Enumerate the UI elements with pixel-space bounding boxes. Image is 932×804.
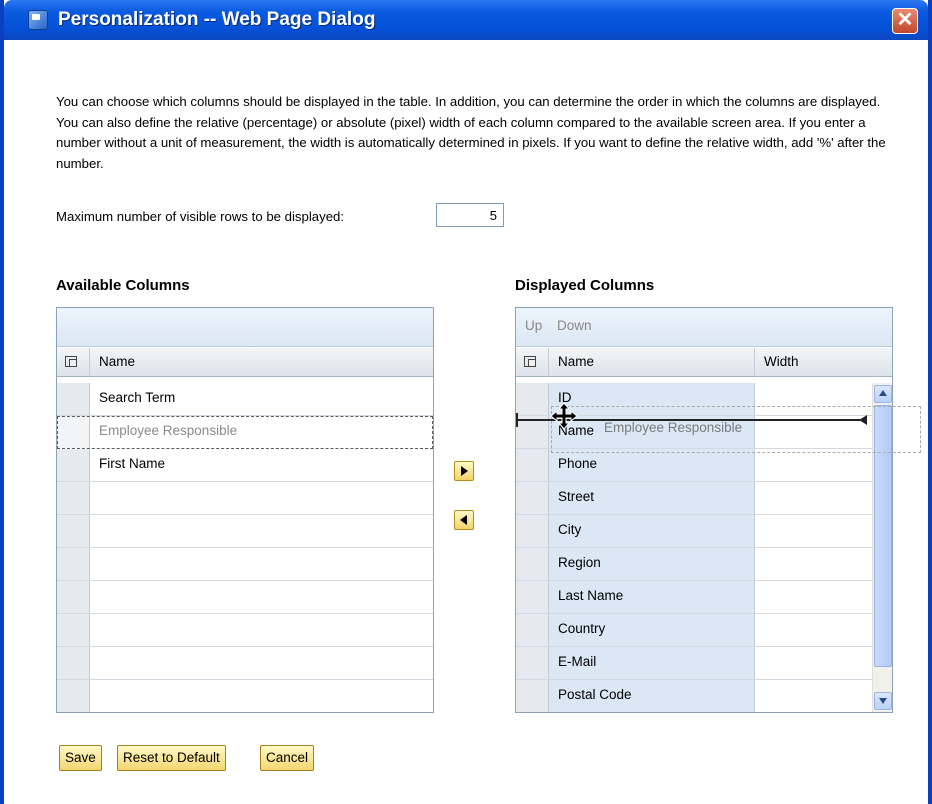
empty-row	[57, 548, 433, 581]
column-name: City	[549, 515, 755, 547]
empty-row	[57, 647, 433, 680]
max-rows-label: Maximum number of visible rows to be dis…	[56, 209, 345, 224]
width-input[interactable]	[755, 581, 872, 613]
displayed-columns-title: Displayed Columns	[515, 277, 655, 294]
width-input[interactable]	[755, 614, 872, 646]
available-name-header[interactable]: Name	[90, 348, 433, 376]
row-selector	[57, 482, 90, 514]
drag-source-outline	[57, 416, 433, 449]
column-name: Last Name	[549, 581, 755, 613]
column-name: Region	[549, 548, 755, 580]
row-selector[interactable]	[516, 449, 549, 481]
window-title: Personalization -- Web Page Dialog	[58, 9, 376, 30]
row-selector[interactable]	[516, 548, 549, 580]
scroll-up-button[interactable]	[874, 385, 892, 403]
max-rows-input[interactable]	[436, 203, 504, 227]
table-row[interactable]: Phone	[516, 449, 872, 482]
available-columns-title: Available Columns	[56, 277, 190, 294]
empty-row	[57, 482, 433, 515]
title-bar[interactable]: Personalization -- Web Page Dialog ✕	[4, 0, 928, 40]
displayed-header: Name Width	[516, 348, 892, 377]
table-row[interactable]: Region	[516, 548, 872, 581]
row-selector	[57, 515, 90, 547]
select-all-cell[interactable]	[57, 348, 90, 376]
table-row[interactable]: Street	[516, 482, 872, 515]
row-selector[interactable]	[516, 647, 549, 679]
column-name: Postal Code	[549, 680, 755, 712]
save-button[interactable]: Save	[59, 745, 102, 771]
move-left-button[interactable]	[454, 510, 474, 530]
chevron-up-icon	[879, 390, 887, 396]
chevron-down-icon	[879, 698, 887, 704]
width-input[interactable]	[755, 647, 872, 679]
row-selector	[57, 647, 90, 679]
empty-row	[57, 614, 433, 647]
width-input[interactable]	[755, 482, 872, 514]
ie-page-icon	[28, 10, 48, 30]
row-selector	[57, 548, 90, 580]
move-right-button[interactable]	[454, 461, 474, 481]
table-row[interactable]: City	[516, 515, 872, 548]
available-header: Name	[57, 348, 433, 377]
displayed-columns-table: Up Down Name Width ID Name Phone Street City…	[515, 307, 893, 713]
column-name: First Name	[99, 456, 166, 471]
displayed-toolbar: Up Down	[516, 308, 892, 347]
column-name: Search Term	[99, 390, 176, 405]
list-item[interactable]: First Name	[57, 449, 433, 482]
empty-row	[57, 581, 433, 614]
close-button[interactable]: ✕	[892, 8, 918, 34]
select-all-icon	[524, 356, 536, 367]
row-selector	[57, 614, 90, 646]
width-input[interactable]	[755, 515, 872, 547]
arrow-left-icon	[460, 515, 467, 525]
column-name: Country	[549, 614, 755, 646]
displayed-name-header[interactable]: Name	[549, 348, 755, 376]
reset-to-default-button[interactable]: Reset to Default	[117, 745, 226, 771]
select-all-cell[interactable]	[516, 348, 549, 376]
up-button[interactable]: Up	[525, 318, 542, 333]
empty-row	[57, 680, 433, 713]
row-selector[interactable]	[516, 515, 549, 547]
empty-row	[57, 515, 433, 548]
row-selector[interactable]	[57, 449, 90, 481]
table-row[interactable]: Last Name	[516, 581, 872, 614]
table-row[interactable]: Country	[516, 614, 872, 647]
width-input[interactable]	[755, 449, 872, 481]
row-selector[interactable]	[57, 383, 90, 415]
select-all-icon	[65, 356, 77, 367]
description-text: You can choose which columns should be d…	[56, 94, 886, 171]
scroll-down-button[interactable]	[874, 692, 892, 710]
arrow-right-icon	[461, 466, 468, 476]
cancel-button[interactable]: Cancel	[260, 745, 315, 771]
dialog-window: Personalization -- Web Page Dialog ✕ You…	[0, 0, 932, 804]
table-row[interactable]: E-Mail	[516, 647, 872, 680]
column-name: Phone	[549, 449, 755, 481]
row-selector[interactable]	[516, 482, 549, 514]
row-selector[interactable]	[516, 581, 549, 613]
move-cursor-icon	[550, 402, 578, 430]
column-name: Street	[549, 482, 755, 514]
down-button[interactable]: Down	[557, 318, 592, 333]
row-selector	[57, 680, 90, 712]
width-input[interactable]	[755, 680, 872, 712]
available-toolbar	[57, 308, 433, 347]
available-columns-table: Name Search Term Employee Responsible Fi…	[56, 307, 434, 713]
list-item[interactable]: Search Term	[57, 383, 433, 416]
width-input[interactable]	[755, 548, 872, 580]
row-selector[interactable]	[516, 680, 549, 712]
displayed-width-header[interactable]: Width	[755, 348, 892, 376]
table-row[interactable]: Postal Code	[516, 680, 872, 712]
row-selector	[57, 581, 90, 613]
row-selector[interactable]	[516, 614, 549, 646]
column-name: E-Mail	[549, 647, 755, 679]
